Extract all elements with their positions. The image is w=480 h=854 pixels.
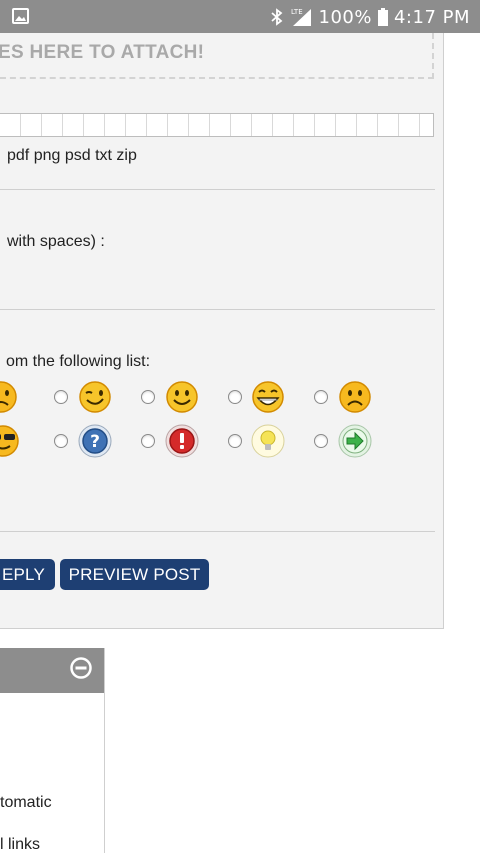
arrow-right-icon[interactable] <box>338 424 372 458</box>
post-icon-radio[interactable] <box>228 390 242 404</box>
battery-percent: 100% <box>318 6 372 28</box>
divider <box>0 309 435 310</box>
post-icon-row-1 <box>0 378 400 418</box>
reply-form-panel: ES HERE TO ATTACH! pdf png psd txt zip w… <box>0 33 444 629</box>
side-panel-option: l links <box>0 836 41 853</box>
lte-signal-icon: LTE <box>291 8 311 26</box>
tags-hint: with spaces) : <box>7 233 105 250</box>
dropzone-text: ES HERE TO ATTACH! <box>0 42 205 63</box>
side-panel: tomatic l links <box>0 648 105 853</box>
lightbulb-icon[interactable] <box>251 424 285 458</box>
bluetooth-icon <box>270 8 282 26</box>
image-icon <box>12 8 29 24</box>
wink-smiley-icon[interactable] <box>78 380 112 414</box>
attachment-dropzone[interactable]: ES HERE TO ATTACH! <box>0 33 434 79</box>
question-icon[interactable]: ? <box>78 424 112 458</box>
post-icon-radio[interactable] <box>228 434 242 448</box>
smile-smiley-icon[interactable] <box>165 380 199 414</box>
side-panel-header <box>0 648 104 693</box>
exclamation-icon[interactable] <box>165 424 199 458</box>
divider <box>0 189 435 190</box>
post-icon-row-2: ? <box>0 422 400 462</box>
post-icon-radio[interactable] <box>141 434 155 448</box>
frown-smiley-icon[interactable] <box>0 380 18 414</box>
post-icon-radio[interactable] <box>141 390 155 404</box>
post-icon-label: om the following list: <box>6 353 151 370</box>
lte-label: LTE <box>291 8 303 16</box>
post-icon-radio[interactable] <box>314 434 328 448</box>
clock: 4:17 PM <box>393 6 470 28</box>
grin-smiley-icon[interactable] <box>251 380 285 414</box>
collapse-icon[interactable] <box>70 657 92 679</box>
divider <box>0 531 435 532</box>
post-icon-radio[interactable] <box>54 390 68 404</box>
status-bar: LTE 100% 4:17 PM <box>0 0 480 33</box>
upload-progress-bar <box>0 113 434 137</box>
sad-smiley-icon[interactable] <box>338 380 372 414</box>
cool-smiley-icon[interactable] <box>0 424 20 458</box>
post-icon-radio[interactable] <box>54 434 68 448</box>
post-icon-radio[interactable] <box>314 390 328 404</box>
allowed-file-types: pdf png psd txt zip <box>7 147 137 164</box>
side-panel-option: tomatic <box>0 794 52 811</box>
battery-icon <box>377 8 388 26</box>
svg-text:?: ? <box>90 432 100 452</box>
preview-post-button[interactable]: PREVIEW POST <box>60 559 209 590</box>
submit-reply-button[interactable]: EPLY <box>0 559 55 590</box>
